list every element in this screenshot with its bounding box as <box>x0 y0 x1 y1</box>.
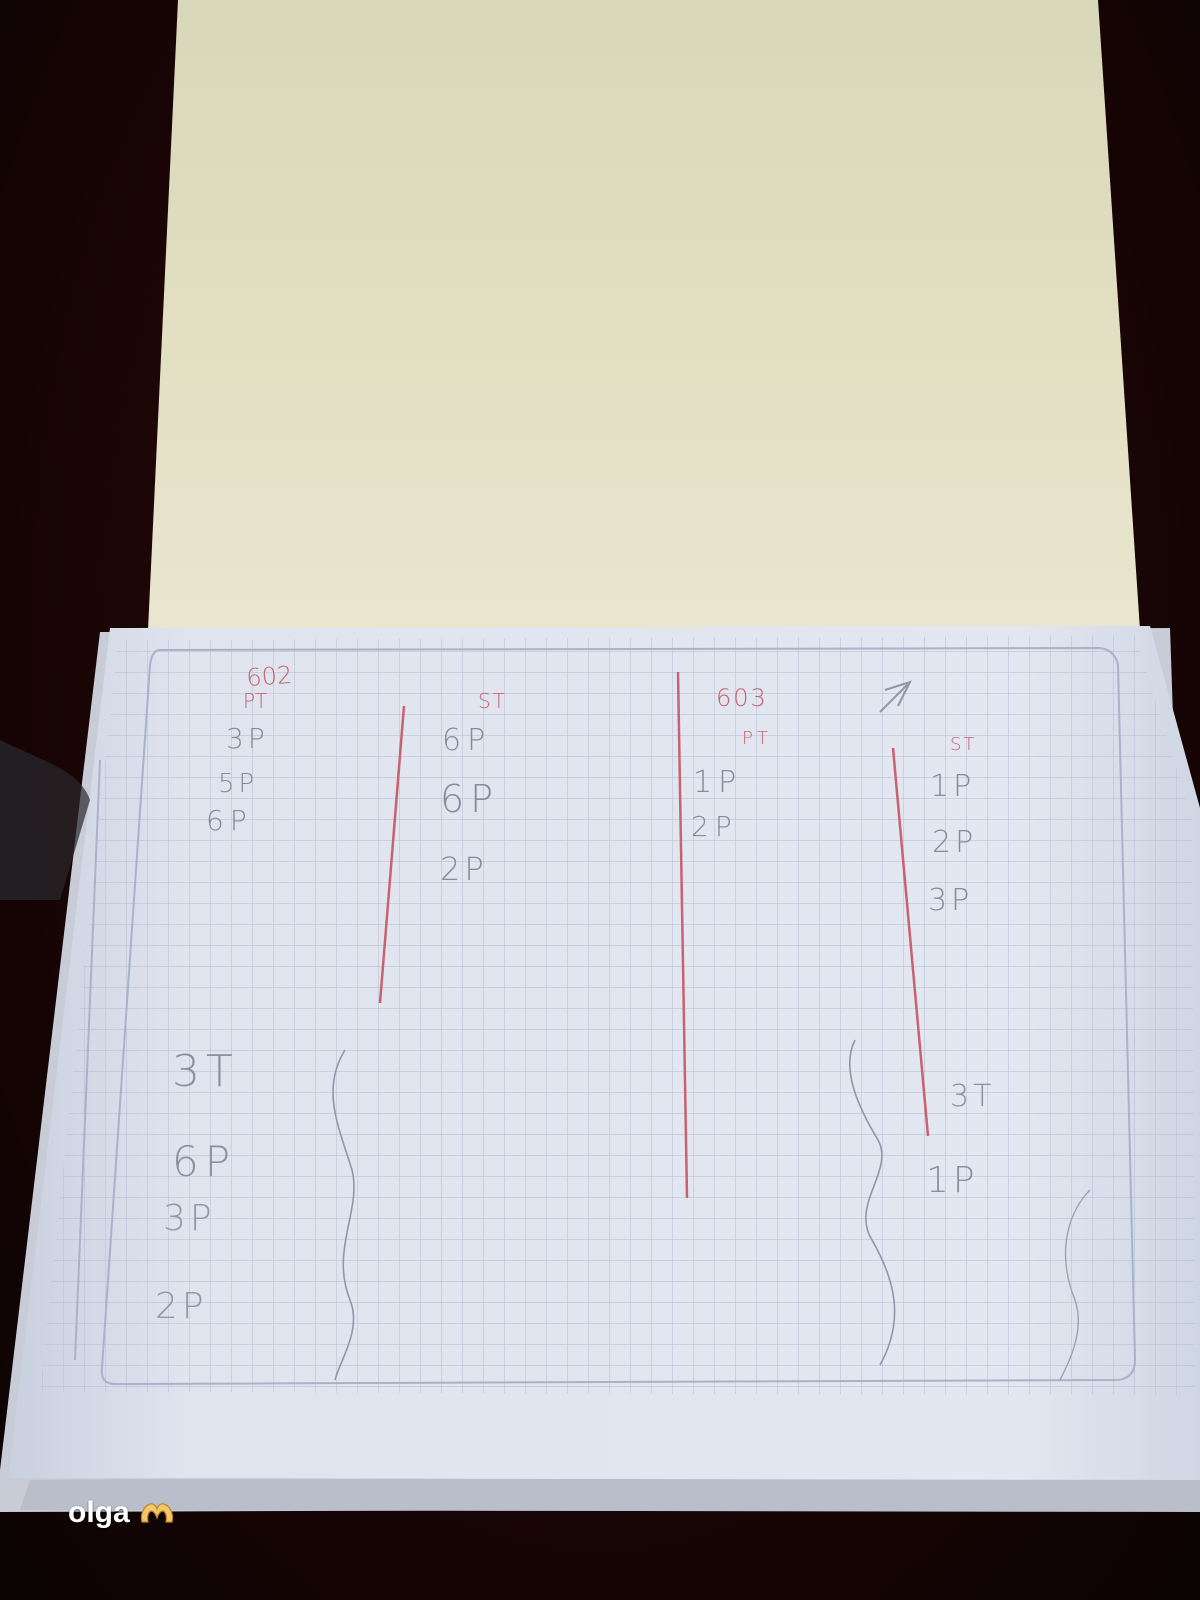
notebook-cover <box>148 0 1140 630</box>
col2-line-2: 6P <box>440 777 499 821</box>
col4-lower-header: 3T <box>950 1079 995 1114</box>
col1-line-3: 6P <box>206 804 253 837</box>
notebook-photo: 602 PT 3P 5P 6P 3T 6P 3P 2P ST 6P 6P 2P … <box>0 0 1200 1512</box>
caption-name: olga <box>68 1496 130 1529</box>
col4-line-1: 1P <box>930 769 975 804</box>
col1-line-1: 3P <box>226 722 269 755</box>
col1-header-sub: PT <box>243 689 267 713</box>
col1-lower-line-3: 2P <box>155 1286 208 1327</box>
col1-line-2: 5P <box>218 769 258 799</box>
col3-line-2: 2P <box>691 810 738 843</box>
col1-lower-header: 3T <box>172 1046 239 1097</box>
col3-header-top: 603 <box>716 684 768 712</box>
col3-header-sub: PT <box>742 728 772 749</box>
col3-line-1: 1P <box>693 765 742 800</box>
col2-header: ST <box>478 689 507 713</box>
col4-line-3: 3P <box>928 883 973 918</box>
caption: olga <box>68 1496 176 1530</box>
col2-line-1: 6P <box>442 723 491 758</box>
col4-line-2: 2P <box>932 825 977 860</box>
col4-lower-line-1: 1P <box>926 1160 979 1201</box>
col4-header: ST <box>950 734 976 755</box>
col1-lower-line-1: 6P <box>172 1137 236 1186</box>
heart-hands-icon <box>138 1500 176 1526</box>
col1-header-top: 602 <box>245 661 293 692</box>
col2-line-3: 2P <box>440 850 488 888</box>
col1-lower-line-2: 3P <box>163 1198 216 1239</box>
